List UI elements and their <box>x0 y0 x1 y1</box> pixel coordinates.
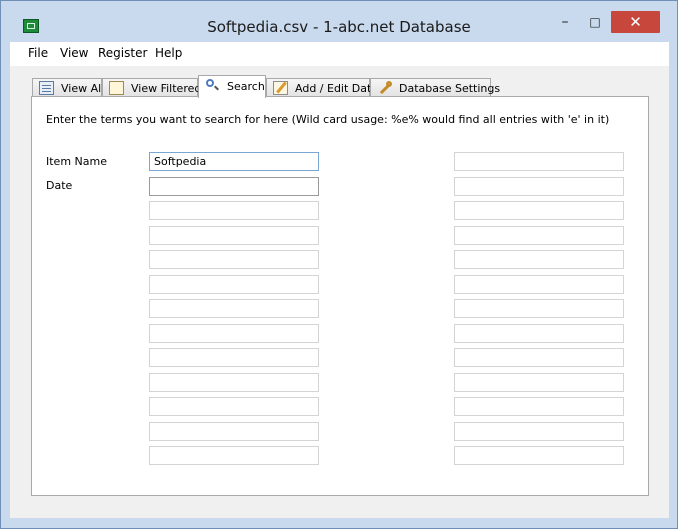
menu-help[interactable]: Help <box>155 46 182 60</box>
tab-database-settings[interactable]: Database Settings <box>370 78 500 97</box>
search-field[interactable] <box>149 373 319 392</box>
search-field-right[interactable] <box>454 250 624 269</box>
tab-label: Add / Edit Data <box>295 82 379 95</box>
search-field-right[interactable] <box>454 324 624 343</box>
menu-file[interactable]: File <box>28 46 48 60</box>
search-field[interactable] <box>149 324 319 343</box>
search-field-right[interactable] <box>454 299 624 318</box>
search-field[interactable] <box>149 250 319 269</box>
search-field[interactable] <box>149 348 319 367</box>
title-bar[interactable]: Softpedia.csv - 1-abc.net Database – □ ✕ <box>1 1 677 41</box>
maximize-button[interactable]: □ <box>581 11 609 33</box>
menu-register[interactable]: Register <box>98 46 147 60</box>
tab-view-all[interactable]: View All <box>32 78 105 97</box>
table-icon <box>39 81 54 95</box>
menu-bar: File View Register Help <box>10 42 669 66</box>
tab-add-edit-data[interactable]: Add / Edit Data <box>266 78 378 97</box>
search-field[interactable] <box>149 299 319 318</box>
search-field[interactable] <box>149 422 319 441</box>
tab-label: View Filtered <box>131 82 202 95</box>
edit-icon <box>273 81 288 95</box>
search-instructions: Enter the terms you want to search for h… <box>46 113 610 126</box>
item-name-label: Item Name <box>46 155 107 168</box>
date-field[interactable] <box>149 177 319 196</box>
search-field-right[interactable] <box>454 422 624 441</box>
date-label: Date <box>46 179 73 192</box>
tab-search[interactable]: Search <box>198 75 266 98</box>
search-panel: Enter the terms you want to search for h… <box>31 96 649 496</box>
search-field-right[interactable] <box>454 397 624 416</box>
search-field[interactable] <box>149 201 319 220</box>
filter-icon <box>109 81 124 95</box>
tab-label: Search <box>227 80 265 93</box>
wrench-icon <box>377 81 392 95</box>
tab-label: View All <box>61 82 105 95</box>
search-field-right[interactable] <box>454 446 624 465</box>
minimize-button[interactable]: – <box>551 11 579 33</box>
search-field-right[interactable] <box>454 348 624 367</box>
app-window: Softpedia.csv - 1-abc.net Database – □ ✕… <box>0 0 678 529</box>
search-field-right[interactable] <box>454 177 624 196</box>
tab-label: Database Settings <box>399 82 501 95</box>
search-field-right[interactable] <box>454 201 624 220</box>
search-field-right[interactable] <box>454 226 624 245</box>
search-field-right[interactable] <box>454 275 624 294</box>
magnifier-icon <box>205 78 220 92</box>
search-field[interactable] <box>149 446 319 465</box>
menu-view[interactable]: View <box>60 46 88 60</box>
search-field[interactable] <box>149 226 319 245</box>
search-field[interactable] <box>149 397 319 416</box>
tab-view-filtered[interactable]: View Filtered <box>102 78 202 97</box>
client-area: View All View Filtered Search Add / Edit… <box>10 66 669 518</box>
item-name-field[interactable] <box>149 152 319 171</box>
search-field-right[interactable] <box>454 373 624 392</box>
close-button[interactable]: ✕ <box>611 11 660 33</box>
search-field[interactable] <box>149 275 319 294</box>
search-field-right[interactable] <box>454 152 624 171</box>
